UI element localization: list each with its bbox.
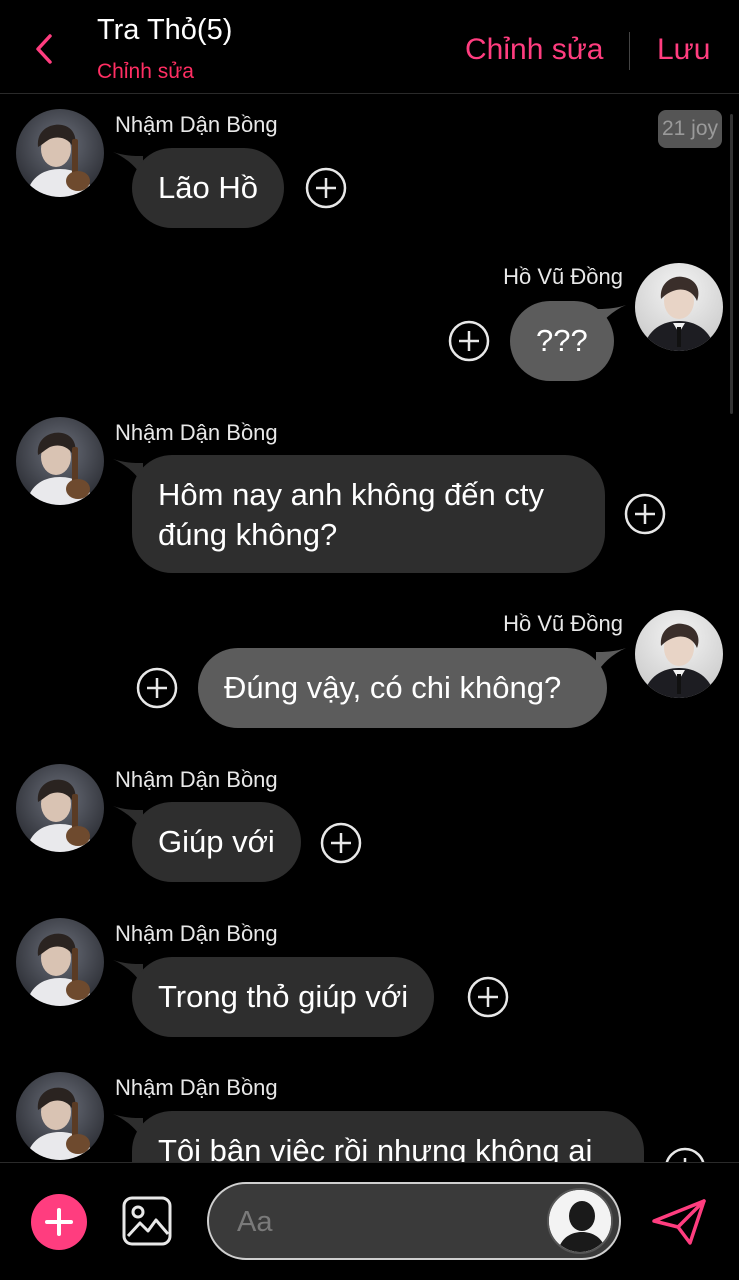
message-bubble[interactable]: ???: [510, 301, 614, 381]
message-bubble[interactable]: Đúng vậy, có chi không?: [198, 648, 607, 728]
add-reaction-icon[interactable]: [136, 667, 178, 709]
sender-name: Nhậm Dận Bồng: [115, 767, 278, 792]
sender-name: Nhậm Dận Bồng: [115, 921, 278, 946]
avatar[interactable]: [16, 109, 104, 197]
message-list[interactable]: 21 joy Nhậm Dận Bồng Lão Hồ Hồ Vũ Đồng ?…: [0, 94, 739, 1162]
avatar[interactable]: [16, 764, 104, 852]
sender-name: Nhậm Dận Bồng: [115, 112, 278, 137]
send-icon[interactable]: [650, 1197, 708, 1247]
header-divider: [629, 32, 630, 70]
avatar[interactable]: [16, 918, 104, 1006]
message-line: Hôm nay anh không đến cty: [158, 477, 545, 512]
sender-name: Hồ Vũ Đồng: [503, 264, 623, 289]
avatar[interactable]: [16, 417, 104, 505]
back-chevron-icon[interactable]: [30, 30, 58, 68]
edit-button[interactable]: Chỉnh sửa: [465, 33, 604, 67]
message-bubble[interactable]: Giúp với: [132, 802, 301, 882]
add-reaction-icon[interactable]: [305, 167, 347, 209]
sender-name: Nhậm Dận Bồng: [115, 1075, 278, 1100]
message-bubble[interactable]: Trong thỏ giúp với: [132, 957, 435, 1037]
user-avatar-icon[interactable]: [547, 1188, 613, 1254]
message-bubble[interactable]: Hôm nay anh không đến cty đúng không?: [132, 455, 605, 573]
add-reaction-icon[interactable]: [320, 822, 362, 864]
avatar[interactable]: [16, 1072, 104, 1160]
chat-header: Tra Thỏ(5) Chỉnh sửa Chỉnh sửa Lưu: [0, 0, 739, 94]
message-bubble[interactable]: Lão Hồ: [132, 148, 284, 228]
sender-name: Nhậm Dận Bồng: [115, 420, 278, 445]
sender-name: Hồ Vũ Đồng: [503, 611, 623, 636]
time-badge: 21 joy: [658, 110, 722, 148]
chat-subtitle: Chỉnh sửa: [97, 60, 194, 83]
image-icon[interactable]: [122, 1196, 172, 1246]
message-line: đúng không?: [158, 517, 338, 552]
save-button[interactable]: Lưu: [657, 33, 710, 67]
message-input[interactable]: [237, 1202, 537, 1242]
add-reaction-icon[interactable]: [624, 493, 666, 535]
add-button[interactable]: [31, 1194, 87, 1250]
scrollbar[interactable]: [730, 114, 733, 414]
add-reaction-icon[interactable]: [467, 976, 509, 1018]
chat-title: Tra Thỏ(5): [97, 14, 233, 46]
avatar[interactable]: [635, 263, 723, 351]
add-reaction-icon[interactable]: [664, 1147, 706, 1162]
message-input-wrapper: [207, 1182, 621, 1260]
message-bubble[interactable]: Tôi bận việc rồi nhưng không ai: [132, 1111, 644, 1162]
composer-bar: [0, 1162, 739, 1280]
avatar[interactable]: [635, 610, 723, 698]
add-reaction-icon[interactable]: [448, 320, 490, 362]
